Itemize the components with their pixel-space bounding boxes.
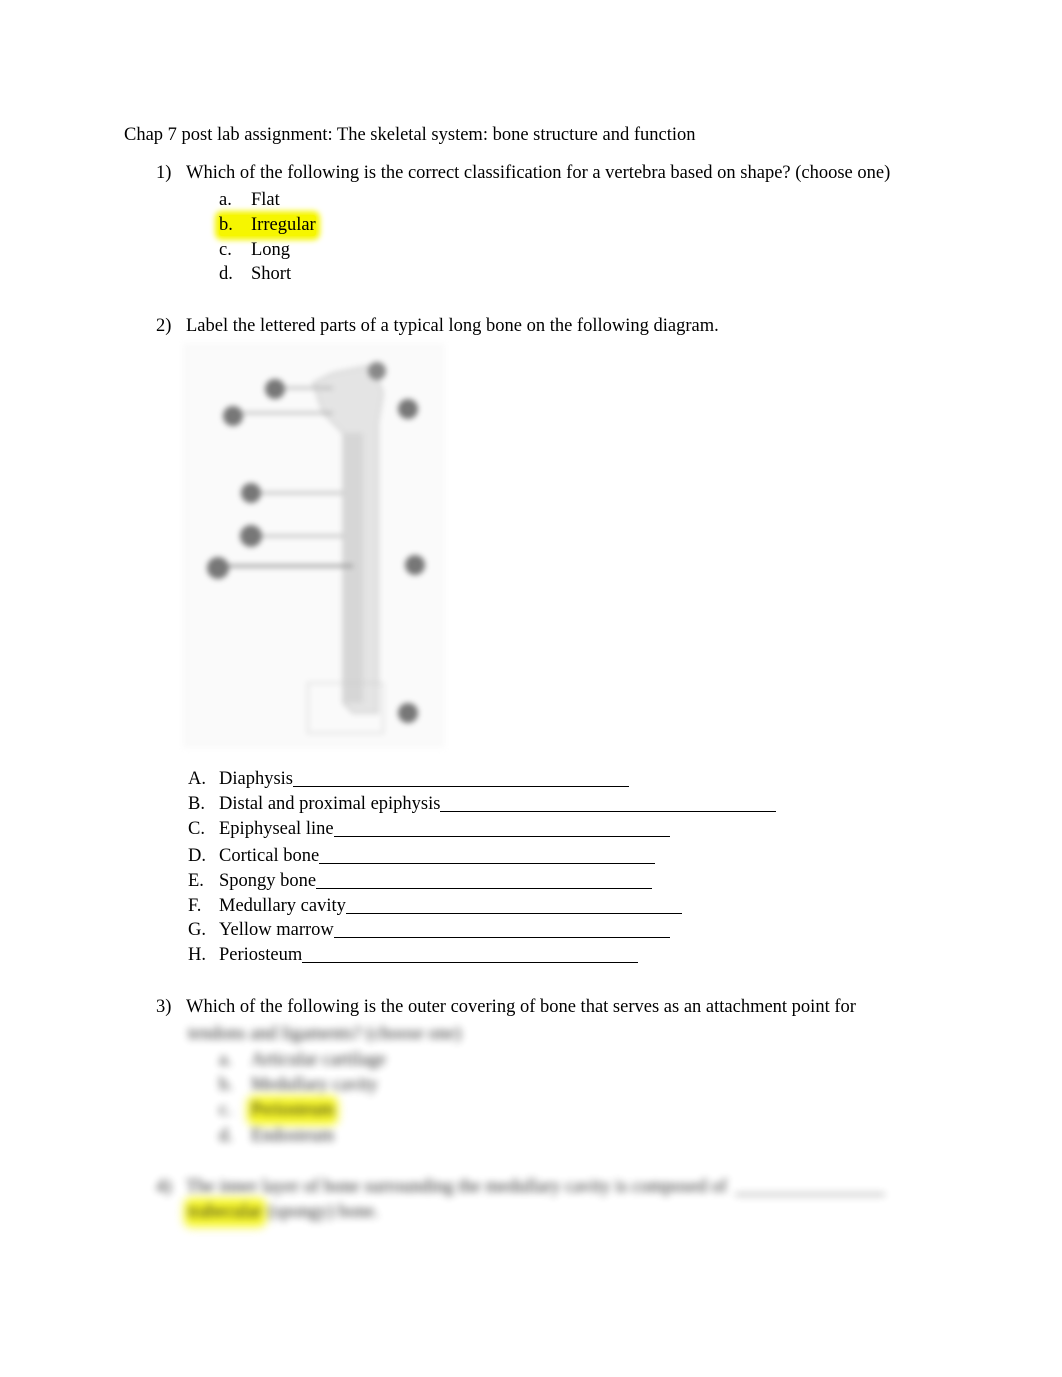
label-text: Spongy bone	[219, 871, 317, 891]
question-number: 3)	[156, 997, 172, 1017]
question-3: 3) Which of the following is the outer c…	[156, 997, 856, 1018]
question-2: 2) Label the lettered parts of a typical…	[156, 316, 719, 337]
question-text: Which of the following is the correct cl…	[186, 163, 891, 183]
document-title: Chap 7 post lab assignment: The skeletal…	[124, 125, 696, 145]
answer-highlight: b. Irregular	[219, 215, 316, 236]
question-number: 4)	[156, 1177, 172, 1197]
option-text: Endosteum	[251, 1126, 335, 1146]
label-text: Distal and proximal epiphysis	[219, 794, 441, 814]
question-4-answer-blurred: trabecular (spongy) bone.	[188, 1202, 379, 1223]
answer-blank[interactable]	[734, 1177, 885, 1195]
question-text: The inner layer of bone surrounding the …	[186, 1177, 727, 1197]
option-text: Flat	[251, 190, 280, 210]
question-1: 1) Which of the following is the correct…	[156, 163, 890, 184]
label-text: Periosteum	[219, 945, 303, 965]
option-letter: b.	[219, 215, 233, 235]
label-marker	[207, 557, 229, 579]
label-marker	[405, 555, 425, 575]
label-letter: D.	[188, 846, 206, 866]
question-3-continuation-blurred: tendons and ligaments? (choose one)	[188, 1024, 462, 1044]
label-marker	[398, 703, 418, 723]
label-marker	[398, 399, 418, 419]
label-marker	[223, 406, 243, 426]
option-text: Medullary cavity	[251, 1075, 378, 1095]
option-c: c. Long	[219, 240, 290, 261]
answer-tail: (spongy) bone.	[267, 1202, 379, 1222]
option-letter: a.	[219, 1050, 232, 1070]
label-row-a: A. Diaphysis	[188, 769, 629, 790]
q3-option-d-blurred: d. Endosteum	[219, 1126, 334, 1147]
option-letter: d.	[219, 1126, 233, 1146]
option-text: Short	[251, 264, 292, 284]
label-row-d: D. Cortical bone	[188, 846, 656, 867]
label-marker	[241, 483, 261, 503]
label-text: Epiphyseal line	[219, 819, 334, 839]
label-row-e: E. Spongy bone	[188, 871, 653, 892]
q3-option-b-blurred: b. Medullary cavity	[219, 1075, 378, 1096]
option-a: a. Flat	[219, 190, 280, 211]
option-text: Long	[251, 240, 291, 260]
q3-option-c-blurred: c. Periosteum	[219, 1100, 335, 1121]
answer-blank[interactable]	[302, 945, 639, 963]
option-letter: c.	[219, 1100, 232, 1120]
option-text-highlighted: Periosteum	[251, 1100, 335, 1121]
answer-blank[interactable]	[316, 871, 653, 889]
label-marker	[368, 362, 386, 380]
label-row-h: H. Periosteum	[188, 945, 639, 966]
label-text: Yellow marrow	[219, 920, 334, 940]
label-letter: B.	[188, 794, 205, 814]
option-b: b. Irregular	[219, 215, 316, 236]
label-text: Diaphysis	[219, 769, 293, 789]
label-text: Medullary cavity	[219, 896, 346, 916]
option-text: Articular cartilage	[251, 1050, 387, 1070]
label-letter: A.	[188, 769, 206, 789]
option-text: Irregular	[251, 215, 316, 235]
option-letter: a.	[219, 190, 232, 210]
answer-blank[interactable]	[345, 896, 682, 914]
label-row-c: C. Epiphyseal line	[188, 819, 670, 840]
answer-blank[interactable]	[333, 920, 670, 938]
label-marker	[240, 525, 262, 547]
q3-option-a-blurred: a. Articular cartilage	[219, 1050, 386, 1071]
answer-highlight: trabecular	[188, 1202, 262, 1223]
question-number: 2)	[156, 316, 172, 336]
option-letter: c.	[219, 240, 232, 260]
option-d: d. Short	[219, 264, 291, 285]
option-letter: b.	[219, 1075, 233, 1095]
option-letter: d.	[219, 264, 233, 284]
label-letter: G.	[188, 920, 206, 940]
answer-blank[interactable]	[293, 769, 629, 787]
label-row-g: G. Yellow marrow	[188, 920, 670, 941]
label-row-b: B. Distal and proximal epiphysis	[188, 794, 777, 815]
label-letter: H.	[188, 945, 206, 965]
long-bone-diagram	[183, 343, 445, 748]
question-4-blurred: 4) The inner layer of bone surrounding t…	[156, 1177, 885, 1198]
label-text: Cortical bone	[219, 846, 320, 866]
label-row-f: F. Medullary cavity	[188, 896, 682, 917]
label-letter: C.	[188, 819, 205, 839]
label-letter: E.	[188, 871, 204, 891]
answer-blank[interactable]	[333, 819, 670, 837]
label-letter: F.	[188, 896, 202, 916]
question-text: Label the lettered parts of a typical lo…	[186, 316, 719, 336]
question-text: Which of the following is the outer cove…	[186, 997, 856, 1017]
medullary-cavity-shape	[343, 433, 363, 703]
question-number: 1)	[156, 163, 172, 183]
answer-blank[interactable]	[440, 794, 777, 812]
answer-blank[interactable]	[319, 846, 656, 864]
label-marker	[265, 379, 285, 399]
